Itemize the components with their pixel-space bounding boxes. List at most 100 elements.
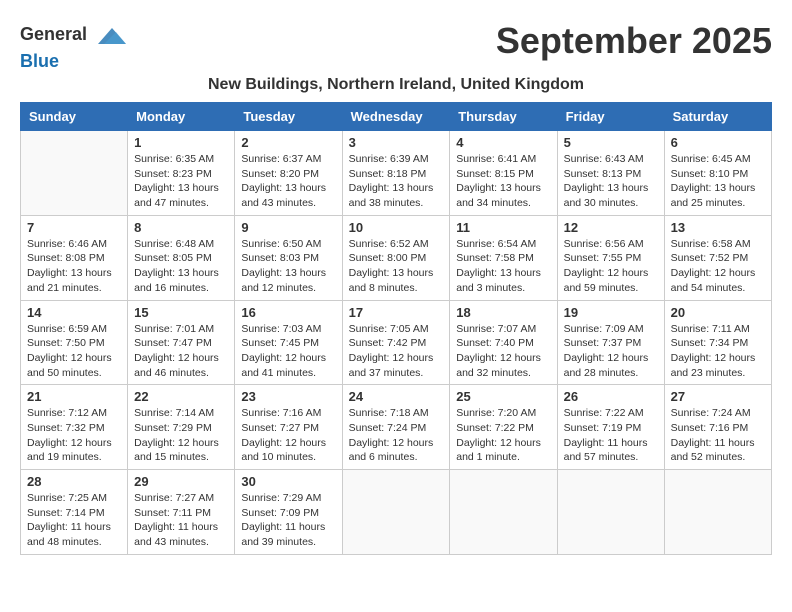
day-info: Sunrise: 7:07 AM Sunset: 7:40 PM Dayligh… (456, 322, 550, 381)
calendar-cell: 27 Sunrise: 7:24 AM Sunset: 7:16 PM Dayli… (664, 385, 771, 470)
logo: General Blue (20, 20, 128, 72)
day-number: 25 (456, 389, 550, 404)
day-info: Sunrise: 7:09 AM Sunset: 7:37 PM Dayligh… (564, 322, 658, 381)
day-info: Sunrise: 7:11 AM Sunset: 7:34 PM Dayligh… (671, 322, 765, 381)
day-info: Sunrise: 7:12 AM Sunset: 7:32 PM Dayligh… (27, 406, 121, 465)
logo-icon (96, 20, 128, 52)
calendar-cell: 2 Sunrise: 6:37 AM Sunset: 8:20 PM Daylig… (235, 131, 342, 216)
calendar-cell: 20 Sunrise: 7:11 AM Sunset: 7:34 PM Dayli… (664, 300, 771, 385)
calendar-cell: 24 Sunrise: 7:18 AM Sunset: 7:24 PM Dayli… (342, 385, 450, 470)
day-number: 3 (349, 135, 444, 150)
calendar-week-row: 28 Sunrise: 7:25 AM Sunset: 7:14 PM Dayli… (21, 470, 772, 555)
day-info: Sunrise: 6:48 AM Sunset: 8:05 PM Dayligh… (134, 237, 228, 296)
day-info: Sunrise: 7:05 AM Sunset: 7:42 PM Dayligh… (349, 322, 444, 381)
day-number: 4 (456, 135, 550, 150)
calendar-cell (342, 470, 450, 555)
calendar-subtitle: New Buildings, Northern Ireland, United … (20, 76, 772, 94)
calendar-cell: 29 Sunrise: 7:27 AM Sunset: 7:11 PM Dayli… (128, 470, 235, 555)
day-number: 18 (456, 305, 550, 320)
day-number: 14 (27, 305, 121, 320)
day-info: Sunrise: 6:37 AM Sunset: 8:20 PM Dayligh… (241, 152, 335, 211)
day-number: 1 (134, 135, 228, 150)
calendar-cell: 1 Sunrise: 6:35 AM Sunset: 8:23 PM Daylig… (128, 131, 235, 216)
day-number: 28 (27, 474, 121, 489)
day-number: 29 (134, 474, 228, 489)
calendar-cell: 9 Sunrise: 6:50 AM Sunset: 8:03 PM Daylig… (235, 215, 342, 300)
calendar-cell: 13 Sunrise: 6:58 AM Sunset: 7:52 PM Dayli… (664, 215, 771, 300)
calendar-cell: 8 Sunrise: 6:48 AM Sunset: 8:05 PM Daylig… (128, 215, 235, 300)
day-of-week-header: Sunday (21, 103, 128, 131)
calendar-week-row: 21 Sunrise: 7:12 AM Sunset: 7:32 PM Dayli… (21, 385, 772, 470)
logo-blue: Blue (20, 52, 128, 72)
day-number: 26 (564, 389, 658, 404)
day-number: 6 (671, 135, 765, 150)
day-of-week-header: Tuesday (235, 103, 342, 131)
day-number: 20 (671, 305, 765, 320)
calendar-cell: 5Sunrise: 6:43 AM Sunset: 8:13 PM Daylig… (557, 131, 664, 216)
day-number: 13 (671, 220, 765, 235)
day-number: 12 (564, 220, 658, 235)
calendar-cell (21, 131, 128, 216)
day-info: Sunrise: 6:59 AM Sunset: 7:50 PM Dayligh… (27, 322, 121, 381)
day-number: 27 (671, 389, 765, 404)
day-info: Sunrise: 6:41 AM Sunset: 8:15 PM Dayligh… (456, 152, 550, 211)
day-info: Sunrise: 7:14 AM Sunset: 7:29 PM Dayligh… (134, 406, 228, 465)
day-info: Sunrise: 7:18 AM Sunset: 7:24 PM Dayligh… (349, 406, 444, 465)
day-number: 9 (241, 220, 335, 235)
day-info: Sunrise: 7:25 AM Sunset: 7:14 PM Dayligh… (27, 491, 121, 550)
day-of-week-header: Thursday (450, 103, 557, 131)
calendar-cell (450, 470, 557, 555)
day-info: Sunrise: 6:35 AM Sunset: 8:23 PM Dayligh… (134, 152, 228, 211)
calendar-cell: 25Sunrise: 7:20 AM Sunset: 7:22 PM Dayli… (450, 385, 557, 470)
calendar-cell: 23 Sunrise: 7:16 AM Sunset: 7:27 PM Dayli… (235, 385, 342, 470)
day-info: Sunrise: 7:01 AM Sunset: 7:47 PM Dayligh… (134, 322, 228, 381)
logo-general: General (20, 20, 128, 52)
day-of-week-header: Friday (557, 103, 664, 131)
day-number: 23 (241, 389, 335, 404)
calendar-cell: 28 Sunrise: 7:25 AM Sunset: 7:14 PM Dayli… (21, 470, 128, 555)
calendar-week-row: 1 Sunrise: 6:35 AM Sunset: 8:23 PM Daylig… (21, 131, 772, 216)
day-info: Sunrise: 7:24 AM Sunset: 7:16 PM Dayligh… (671, 406, 765, 465)
calendar-cell: 22Sunrise: 7:14 AM Sunset: 7:29 PM Dayli… (128, 385, 235, 470)
day-info: Sunrise: 7:22 AM Sunset: 7:19 PM Dayligh… (564, 406, 658, 465)
calendar-cell: 7 Sunrise: 6:46 AM Sunset: 8:08 PM Daylig… (21, 215, 128, 300)
day-info: Sunrise: 6:50 AM Sunset: 8:03 PM Dayligh… (241, 237, 335, 296)
day-info: Sunrise: 6:54 AM Sunset: 7:58 PM Dayligh… (456, 237, 550, 296)
header: General Blue September 2025 (20, 20, 772, 72)
day-info: Sunrise: 6:46 AM Sunset: 8:08 PM Dayligh… (27, 237, 121, 296)
day-info: Sunrise: 6:39 AM Sunset: 8:18 PM Dayligh… (349, 152, 444, 211)
calendar-cell: 18 Sunrise: 7:07 AM Sunset: 7:40 PM Dayli… (450, 300, 557, 385)
calendar-cell: 14 Sunrise: 6:59 AM Sunset: 7:50 PM Dayli… (21, 300, 128, 385)
calendar-week-row: 14 Sunrise: 6:59 AM Sunset: 7:50 PM Dayli… (21, 300, 772, 385)
day-number: 19 (564, 305, 658, 320)
day-info: Sunrise: 6:45 AM Sunset: 8:10 PM Dayligh… (671, 152, 765, 211)
day-number: 21 (27, 389, 121, 404)
day-info: Sunrise: 7:16 AM Sunset: 7:27 PM Dayligh… (241, 406, 335, 465)
day-number: 7 (27, 220, 121, 235)
calendar-cell: 19 Sunrise: 7:09 AM Sunset: 7:37 PM Dayli… (557, 300, 664, 385)
day-info: Sunrise: 6:43 AM Sunset: 8:13 PM Dayligh… (564, 152, 658, 211)
calendar-header-row: SundayMondayTuesdayWednesdayThursdayFrid… (21, 103, 772, 131)
day-number: 2 (241, 135, 335, 150)
day-info: Sunrise: 7:03 AM Sunset: 7:45 PM Dayligh… (241, 322, 335, 381)
calendar-table: SundayMondayTuesdayWednesdayThursdayFrid… (20, 102, 772, 555)
day-info: Sunrise: 6:56 AM Sunset: 7:55 PM Dayligh… (564, 237, 658, 296)
calendar-cell: 4 Sunrise: 6:41 AM Sunset: 8:15 PM Daylig… (450, 131, 557, 216)
day-number: 11 (456, 220, 550, 235)
calendar-cell: 17Sunrise: 7:05 AM Sunset: 7:42 PM Dayli… (342, 300, 450, 385)
calendar-cell: 10Sunrise: 6:52 AM Sunset: 8:00 PM Dayli… (342, 215, 450, 300)
day-info: Sunrise: 6:58 AM Sunset: 7:52 PM Dayligh… (671, 237, 765, 296)
day-number: 24 (349, 389, 444, 404)
calendar-cell: 3 Sunrise: 6:39 AM Sunset: 8:18 PM Daylig… (342, 131, 450, 216)
calendar-cell: 26 Sunrise: 7:22 AM Sunset: 7:19 PM Dayli… (557, 385, 664, 470)
calendar-week-row: 7 Sunrise: 6:46 AM Sunset: 8:08 PM Daylig… (21, 215, 772, 300)
calendar-cell: 16Sunrise: 7:03 AM Sunset: 7:45 PM Dayli… (235, 300, 342, 385)
calendar-title: September 2025 (496, 20, 772, 62)
day-number: 15 (134, 305, 228, 320)
day-number: 8 (134, 220, 228, 235)
day-of-week-header: Wednesday (342, 103, 450, 131)
day-of-week-header: Saturday (664, 103, 771, 131)
day-info: Sunrise: 7:27 AM Sunset: 7:11 PM Dayligh… (134, 491, 228, 550)
day-number: 30 (241, 474, 335, 489)
calendar-cell: 12 Sunrise: 6:56 AM Sunset: 7:55 PM Dayli… (557, 215, 664, 300)
